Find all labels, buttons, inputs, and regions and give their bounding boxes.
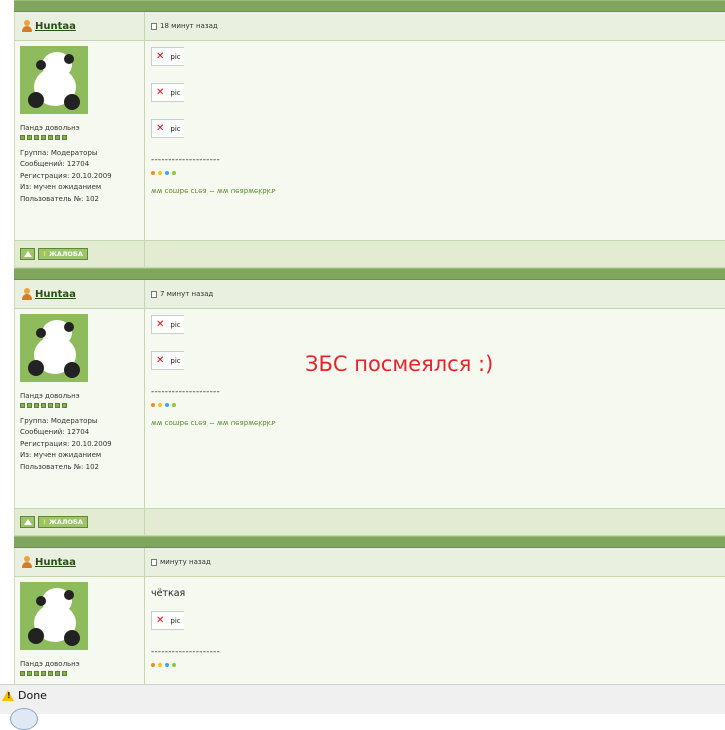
- dot: [151, 403, 155, 407]
- dot: [165, 171, 169, 175]
- report-button[interactable]: ! ЖАЛОБА: [38, 516, 88, 528]
- post-header: Huntaa минуту назад: [15, 548, 725, 577]
- broken-image-icon: ✕: [156, 354, 165, 366]
- post-content: ✕ pic ✕ pic ✕ pic -------------------- ww c…: [145, 41, 725, 240]
- signature-text: ww combe cгеа ~ ww ueabwekbkъ: [151, 419, 276, 427]
- dot: [158, 403, 162, 407]
- user-icon: [21, 288, 33, 300]
- broken-image-icon: ✕: [156, 86, 165, 98]
- rank-pips: [20, 402, 144, 408]
- exclamation-icon: !: [43, 518, 46, 526]
- post-time: 18 минут назад: [160, 22, 218, 30]
- signature-divider: --------------------: [151, 387, 220, 397]
- broken-image: ✕ pic: [151, 83, 184, 102]
- exclamation-icon: !: [43, 250, 46, 258]
- post-separator: [14, 268, 725, 280]
- broken-image: ✕ pic: [151, 315, 184, 334]
- signature-dots: [151, 171, 725, 175]
- status-bar: ! Done: [0, 684, 725, 730]
- signature-divider: --------------------: [151, 647, 220, 657]
- user-icon: [21, 20, 33, 32]
- dot: [165, 403, 169, 407]
- broken-image-icon: ✕: [156, 318, 165, 330]
- user-registered: Регистрация: 20.10.2009: [20, 439, 112, 448]
- avatar: [20, 582, 88, 650]
- rank-title: Пандэ довольнэ: [20, 392, 80, 400]
- broken-image: ✕ pic: [151, 47, 184, 66]
- post: Huntaa минуту назад Пандэ довольнэ чётка…: [14, 548, 725, 684]
- post-separator: [14, 0, 725, 12]
- user-registered: Регистрация: 20.10.2009: [20, 171, 112, 180]
- dot: [158, 171, 162, 175]
- post-footer: ! ЖАЛОБА: [15, 241, 725, 268]
- broken-image-icon: ✕: [156, 50, 165, 62]
- rank-title: Пандэ довольнэ: [20, 124, 80, 132]
- dot: [172, 663, 176, 667]
- post-text: чёткая: [151, 588, 186, 599]
- user-number: Пользователь №: 102: [20, 194, 99, 203]
- dot: [172, 171, 176, 175]
- user-group: Группа: Модераторы: [20, 416, 98, 425]
- avatar: [20, 314, 88, 382]
- post-header: Huntaa 7 минут назад: [15, 280, 725, 309]
- user-messages: Сообщений: 12704: [20, 428, 90, 436]
- status-circle-icon: [10, 708, 38, 730]
- post-link-icon[interactable]: [151, 290, 157, 298]
- post-header: Huntaa 18 минут назад: [15, 12, 725, 41]
- post-content: чёткая ✕ pic --------------------: [145, 577, 725, 684]
- user-info: Пандэ довольнэ Группа: Модераторы Сообще…: [15, 309, 145, 508]
- post-separator: [14, 536, 725, 548]
- post-link-icon[interactable]: [151, 558, 157, 566]
- username-link[interactable]: Huntaa: [35, 21, 76, 32]
- user-group: Группа: Модераторы: [20, 148, 98, 157]
- broken-image-icon: ✕: [156, 122, 165, 134]
- username-link[interactable]: Huntaa: [35, 289, 76, 300]
- user-from: Из: мучен ожиданием: [20, 183, 102, 191]
- user-info: Пандэ довольнэ: [15, 577, 145, 684]
- scroll-top-button[interactable]: [20, 516, 35, 528]
- user-info: Пандэ довольнэ Группа: Модераторы Сообще…: [15, 41, 145, 240]
- broken-image-icon: ✕: [156, 614, 165, 626]
- post-body: Пандэ довольнэ Группа: Модераторы Сообще…: [15, 41, 725, 241]
- rank-pips: [20, 134, 144, 140]
- user-messages: Сообщений: 12704: [20, 160, 90, 168]
- post-link-icon[interactable]: [151, 22, 157, 30]
- signature-dots: [151, 663, 725, 667]
- post-body: Пандэ довольнэ Группа: Модераторы Сообще…: [15, 309, 725, 509]
- broken-image: ✕ pic: [151, 611, 184, 630]
- user-from: Из: мучен ожиданием: [20, 451, 102, 459]
- broken-image: ✕ pic: [151, 119, 184, 138]
- post-time: 7 минут назад: [160, 290, 214, 298]
- signature-divider: --------------------: [151, 155, 220, 165]
- signature-dots: [151, 403, 725, 407]
- dot: [172, 403, 176, 407]
- username-link[interactable]: Huntaa: [35, 557, 76, 568]
- dot: [151, 663, 155, 667]
- post-footer: ! ЖАЛОБА: [15, 509, 725, 536]
- post: Huntaa 18 минут назад Пандэ довольнэ Гру…: [14, 12, 725, 268]
- report-button[interactable]: ! ЖАЛОБА: [38, 248, 88, 260]
- rank-pips: [20, 670, 144, 676]
- post-time: минуту назад: [160, 558, 211, 566]
- signature-text: ww combe cгеа ~ ww ueabwekbkъ: [151, 187, 276, 195]
- dot: [151, 171, 155, 175]
- dot: [165, 663, 169, 667]
- forum-thread: Huntaa 18 минут назад Пандэ довольнэ Гру…: [14, 0, 725, 684]
- broken-image: ✕ pic: [151, 351, 184, 370]
- overlay-comment: ЗБС посмеялся :): [305, 352, 494, 376]
- status-text: Done: [18, 689, 47, 702]
- dot: [158, 663, 162, 667]
- post-content: ✕ pic ✕ pic -------------------- ww combe …: [145, 309, 725, 508]
- scroll-top-button[interactable]: [20, 248, 35, 260]
- avatar: [20, 46, 88, 114]
- post: Huntaa 7 минут назад Пандэ довольнэ Груп…: [14, 280, 725, 536]
- rank-title: Пандэ довольнэ: [20, 660, 80, 668]
- user-icon: [21, 556, 33, 568]
- post-body: Пандэ довольнэ чёткая ✕ pic -------------…: [15, 577, 725, 684]
- user-number: Пользователь №: 102: [20, 462, 99, 471]
